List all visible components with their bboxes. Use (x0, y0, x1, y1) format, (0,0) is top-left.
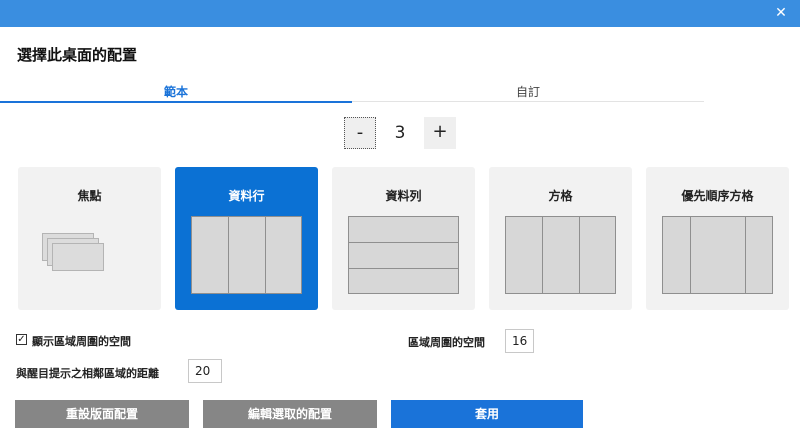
zone-preview (348, 216, 459, 243)
layout-card-label: 方格 (548, 189, 573, 203)
layout-card-priority-grid[interactable]: 優先順序方格 (646, 167, 789, 310)
zone-preview (690, 216, 746, 294)
zone-preview (745, 216, 773, 294)
layout-card-label: 資料行 (228, 189, 265, 203)
show-space-checkbox[interactable]: ✓ (16, 334, 27, 345)
space-around-label: 區域周圍的空間 (408, 336, 485, 349)
zone-preview (348, 242, 459, 269)
zone-preview (191, 216, 229, 294)
layout-card-label: 焦點 (77, 189, 102, 203)
title-bar: ✕ (0, 0, 800, 27)
show-space-label: 顯示區域周圍的空間 (32, 335, 131, 348)
apply-button[interactable]: 套用 (391, 400, 583, 428)
zone-count: 3 (394, 123, 406, 143)
zone-preview (662, 216, 691, 294)
highlight-distance-label: 與醒目提示之相鄰區域的距離 (16, 367, 159, 380)
space-around-input[interactable] (505, 329, 534, 353)
page-title: 選擇此桌面的配置 (17, 46, 138, 64)
tab-custom[interactable]: 自訂 (352, 84, 704, 102)
reset-layout-button[interactable]: 重設版面配置 (15, 400, 189, 428)
zone-preview (348, 268, 459, 294)
zone-preview (265, 216, 302, 294)
edit-layout-button[interactable]: 編輯選取的配置 (203, 400, 377, 428)
increase-zones-button[interactable]: + (424, 117, 456, 149)
zone-preview (228, 216, 266, 294)
zone-preview (579, 216, 616, 294)
layout-card-columns[interactable]: 資料行 (175, 167, 318, 310)
tab-templates[interactable]: 範本 (0, 84, 352, 102)
close-icon[interactable]: ✕ (772, 4, 790, 22)
active-tab-indicator (0, 101, 352, 103)
zone-preview (542, 216, 580, 294)
decrease-zones-button[interactable]: - (344, 117, 376, 149)
layout-card-grid[interactable]: 方格 (489, 167, 632, 310)
zone-preview (505, 216, 543, 294)
layout-card-rows[interactable]: 資料列 (332, 167, 475, 310)
tab-divider (352, 101, 704, 102)
layout-card-label: 優先順序方格 (681, 189, 754, 203)
highlight-distance-input[interactable] (188, 359, 222, 383)
layout-card-focus[interactable]: 焦點 (18, 167, 161, 310)
layout-card-label: 資料列 (385, 189, 422, 203)
focus-zone-preview (52, 243, 104, 271)
